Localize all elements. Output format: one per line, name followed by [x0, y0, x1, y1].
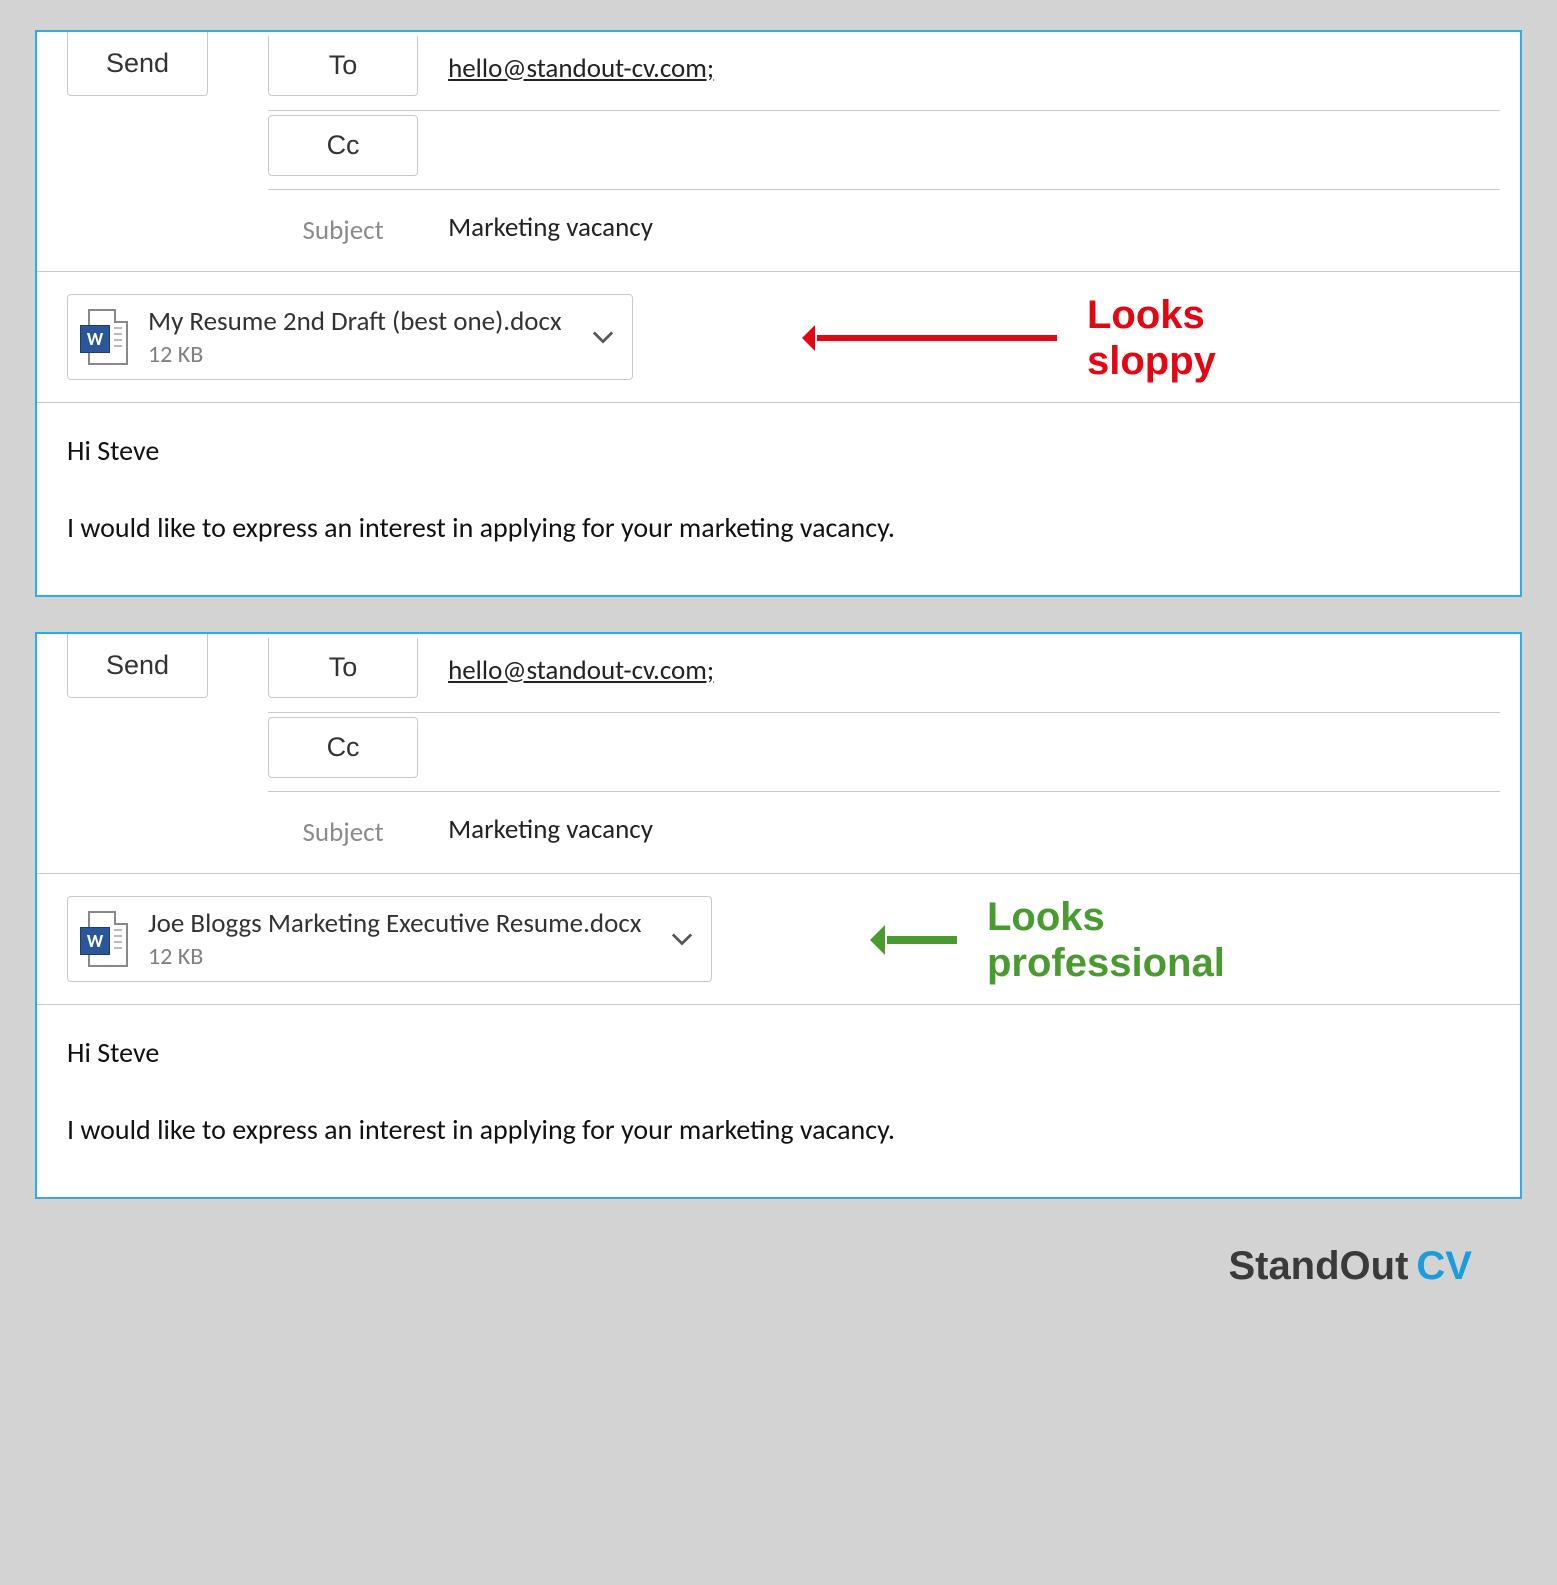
annotation-sloppy: Looks sloppy: [817, 292, 1216, 384]
attachment-filesize: 12 KB: [148, 942, 641, 971]
cc-value[interactable]: [448, 749, 1500, 755]
to-field-row: To hello@standout-cv.com;: [268, 32, 1500, 111]
cc-value[interactable]: [448, 147, 1500, 153]
cc-field-row: Cc: [268, 713, 1500, 792]
cc-button[interactable]: Cc: [268, 115, 418, 176]
attachment-filename: Joe Bloggs Marketing Executive Resume.do…: [148, 907, 641, 940]
body-line: Hi Steve: [67, 433, 1490, 468]
brand-text-1: StandOut: [1228, 1244, 1408, 1288]
email-compose-panel: Send To hello@standout-cv.com; Cc Subjec…: [35, 632, 1522, 1199]
arrow-left-icon: [817, 335, 1057, 341]
to-button[interactable]: To: [268, 638, 418, 698]
cc-field-row: Cc: [268, 111, 1500, 190]
to-button[interactable]: To: [268, 36, 418, 96]
attachment-chip[interactable]: W My Resume 2nd Draft (best one).docx 12…: [67, 294, 633, 380]
email-compose-panel: Send To hello@standout-cv.com; Cc Subjec…: [35, 30, 1522, 597]
subject-label: Subject: [268, 190, 418, 271]
attachment-chip[interactable]: W Joe Bloggs Marketing Executive Resume.…: [67, 896, 712, 982]
send-button[interactable]: Send: [67, 634, 208, 698]
chevron-down-icon[interactable]: [671, 932, 693, 946]
subject-field-row: Subject Marketing vacancy: [268, 792, 1500, 873]
subject-field-row: Subject Marketing vacancy: [268, 190, 1500, 271]
footer-brand: StandOutCV: [35, 1234, 1522, 1319]
to-value[interactable]: hello@standout-cv.com;: [448, 654, 1500, 693]
cc-button[interactable]: Cc: [268, 717, 418, 778]
attachment-row: W Joe Bloggs Marketing Executive Resume.…: [37, 874, 1520, 1005]
chevron-down-icon[interactable]: [592, 330, 614, 344]
subject-label: Subject: [268, 792, 418, 873]
body-line: I would like to express an interest in a…: [67, 510, 1490, 545]
arrow-left-icon: [887, 936, 957, 944]
subject-value[interactable]: Marketing vacancy: [448, 813, 1500, 852]
send-button[interactable]: Send: [67, 32, 208, 96]
brand-text-2: CV: [1416, 1244, 1472, 1288]
subject-value[interactable]: Marketing vacancy: [448, 211, 1500, 250]
word-document-icon: W: [80, 911, 128, 967]
annotation-professional: Looks professional: [887, 894, 1225, 986]
email-body[interactable]: Hi Steve I would like to express an inte…: [37, 1005, 1520, 1197]
word-document-icon: W: [80, 309, 128, 365]
attachment-filesize: 12 KB: [148, 340, 562, 369]
body-line: Hi Steve: [67, 1035, 1490, 1070]
attachment-filename: My Resume 2nd Draft (best one).docx: [148, 305, 562, 338]
email-body[interactable]: Hi Steve I would like to express an inte…: [37, 403, 1520, 595]
to-value[interactable]: hello@standout-cv.com;: [448, 52, 1500, 91]
attachment-row: W My Resume 2nd Draft (best one).docx 12…: [37, 272, 1520, 403]
to-field-row: To hello@standout-cv.com;: [268, 634, 1500, 713]
body-line: I would like to express an interest in a…: [67, 1112, 1490, 1147]
